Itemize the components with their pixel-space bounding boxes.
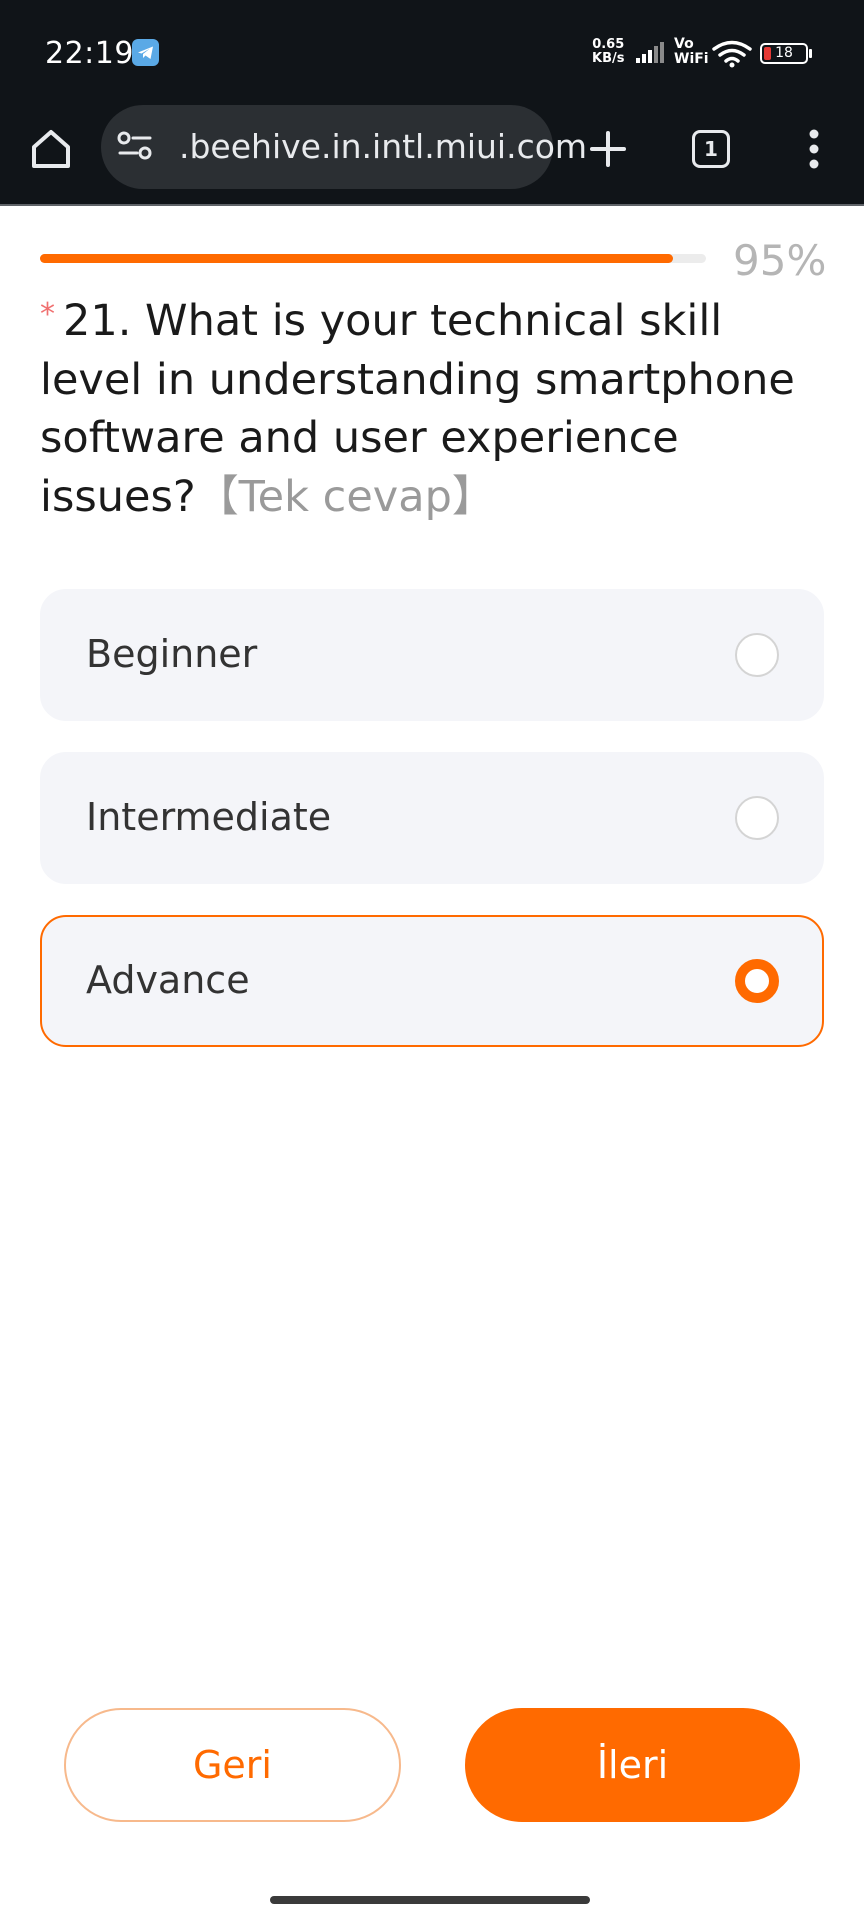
survey-progress-fill: [40, 254, 673, 263]
telegram-icon: [132, 39, 159, 66]
tune-icon[interactable]: [117, 131, 153, 166]
gesture-home-indicator[interactable]: [270, 1896, 590, 1904]
radio-unchecked-icon[interactable]: [735, 633, 779, 677]
battery-level: 18: [775, 45, 793, 61]
network-speed-unit: KB/s: [592, 51, 625, 66]
more-vert-icon: [809, 129, 819, 169]
battery-tip: [809, 49, 812, 58]
more-menu-button[interactable]: [800, 128, 828, 170]
status-time: 22:19: [45, 36, 134, 71]
signal-icon: [636, 42, 668, 69]
status-bar: 22:19 0.65 KB/s Vo WiFi 18: [0, 0, 864, 104]
option-label: Intermediate: [86, 795, 332, 839]
radio-unchecked-icon[interactable]: [735, 796, 779, 840]
vowifi-indicator: Vo WiFi: [674, 37, 709, 67]
url-host: .beehive.in.intl.miui.com: [179, 127, 588, 166]
option-beginner[interactable]: Beginner: [40, 589, 824, 721]
option-advance[interactable]: Advance: [40, 915, 824, 1047]
screen: 22:19 0.65 KB/s Vo WiFi 18 .beehive.in.i…: [0, 0, 864, 1920]
network-speed: 0.65 KB/s: [592, 38, 624, 66]
home-button[interactable]: [28, 126, 74, 172]
vowifi-bottom: WiFi: [674, 51, 709, 67]
browser-toolbar: .beehive.in.intl.miui.com 1: [0, 104, 864, 206]
wifi-icon: [712, 40, 752, 73]
required-mark: *: [40, 297, 55, 332]
option-intermediate[interactable]: Intermediate: [40, 752, 824, 884]
new-tab-button[interactable]: [585, 126, 631, 172]
vowifi-top: Vo: [674, 36, 694, 52]
battery-icon: 18: [760, 43, 808, 64]
survey-progress-bar: [40, 254, 706, 263]
option-label: Beginner: [86, 632, 258, 676]
plus-icon: [590, 131, 626, 167]
url-text: .beehive.in.intl.miui.com: [179, 127, 587, 166]
option-label: Advance: [86, 958, 250, 1002]
tab-switcher-button[interactable]: 1: [692, 130, 730, 168]
address-bar[interactable]: .beehive.in.intl.miui.com: [101, 105, 587, 189]
home-icon: [32, 130, 70, 168]
radio-checked-icon[interactable]: [735, 959, 779, 1003]
question-hint: 【Tek cevap】: [195, 471, 495, 522]
survey-progress-label: 95%: [733, 236, 827, 285]
network-speed-value: 0.65: [592, 37, 625, 52]
next-button[interactable]: İleri: [465, 1708, 800, 1822]
back-button[interactable]: Geri: [64, 1708, 401, 1822]
question-text: * 21. What is your technical skill level …: [40, 292, 830, 526]
